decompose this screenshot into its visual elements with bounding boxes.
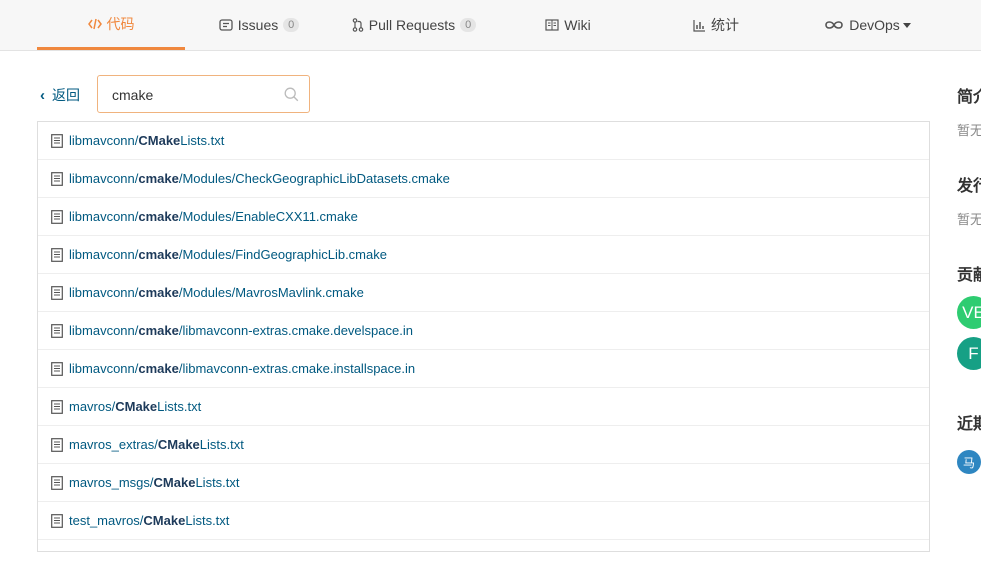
tab-pull-requests-label: Pull Requests [368,17,456,33]
file-search-input[interactable] [112,85,277,105]
tab-code[interactable]: 代码 [37,0,185,50]
result-path-prefix: libmavconn/ [69,171,139,186]
file-icon [51,209,63,224]
contributor-avatar[interactable]: F [957,337,981,370]
bar-chart-icon [693,19,706,32]
result-path-match: cmake [138,209,179,224]
search-result-item[interactable]: libmavconn/cmake/libmavconn-extras.cmake… [38,350,929,388]
pull-requests-count-badge: 0 [460,18,477,32]
search-result-item[interactable]: libmavconn/cmake/Modules/MavrosMavlink.c… [38,274,929,312]
result-path-prefix: libmavconn/ [69,209,139,224]
search-result-item[interactable]: libmavconn/cmake/Modules/FindGeographicL… [38,236,929,274]
intro-text: 暂无 [957,123,981,138]
pull-request-icon [352,18,364,32]
result-path-match: CMake [143,513,186,528]
result-path-match: cmake [138,323,179,338]
issues-icon [219,18,233,32]
search-result-item[interactable]: libmavconn/cmake/Modules/EnableCXX11.cma… [38,198,929,236]
file-icon [51,513,63,528]
chevron-left-icon: ‹ [40,86,45,104]
result-path-prefix: mavros_extras/ [69,437,158,452]
issues-count-badge: 0 [283,18,300,32]
result-path-match: cmake [138,285,179,300]
search-result-item[interactable]: mavros_extras/CMake Lists.txt [38,426,929,464]
contributors-heading: 贡献 [957,267,981,284]
result-path-suffix: Lists.txt [185,513,230,528]
tab-stats[interactable]: 统计 [683,0,749,50]
back-link-label: 返回 [52,87,80,103]
search-results-list: libmavconn/CMake Lists.txt libmavconn/cma… [37,121,930,552]
tab-code-label: 代码 [106,15,135,32]
file-icon [51,437,63,452]
result-path-match: CMake [138,133,181,148]
recent-activity-avatar[interactable]: 马 [957,450,981,474]
tab-issues[interactable]: Issues 0 [211,0,307,50]
search-icon[interactable] [284,87,299,107]
file-icon [51,171,63,186]
wiki-book-icon [545,19,559,31]
file-icon [51,133,63,148]
release-heading: 发行 [957,178,981,195]
code-icon [87,17,102,31]
search-result-item[interactable]: libmavconn/CMake Lists.txt [38,122,929,160]
search-result-item[interactable]: mavros_msgs/CMake Lists.txt [38,464,929,502]
result-path-prefix: libmavconn/ [69,285,139,300]
result-path-prefix: libmavconn/ [69,247,139,262]
result-path-suffix: /Modules/EnableCXX11.cmake [178,209,358,224]
result-path-suffix: Lists.txt [195,475,240,490]
tab-wiki-label: Wiki [564,17,591,33]
result-path-suffix: /Modules/MavrosMavlink.cmake [178,285,364,300]
result-path-match: cmake [138,171,179,186]
result-path-prefix: mavros/ [69,399,116,414]
result-path-suffix: Lists.txt [199,437,244,452]
result-path-prefix: test_mavros/ [69,513,144,528]
file-icon [51,361,63,376]
file-icon [51,323,63,338]
chevron-down-icon [902,22,911,28]
file-icon [51,399,63,414]
result-path-match: CMake [153,475,196,490]
result-path-prefix: libmavconn/ [69,133,139,148]
search-result-item[interactable]: libmavconn/cmake/libmavconn-extras.cmake… [38,312,929,350]
file-icon [51,247,63,262]
result-path-suffix: Lists.txt [157,399,202,414]
tab-devops[interactable]: DevOps [815,0,920,50]
back-link[interactable]: ‹ 返回 [40,86,80,104]
result-path-prefix: libmavconn/ [69,323,139,338]
search-result-item[interactable]: mavros/CMake Lists.txt [38,388,929,426]
recent-heading: 近期 [957,416,981,433]
repo-tab-bar: 代码 Issues 0 Pull Requests 0 Wiki 统计 DevO… [0,0,981,51]
file-icon [51,475,63,490]
result-path-suffix: /libmavconn-extras.cmake.develspace.in [178,323,413,338]
file-icon [51,285,63,300]
result-path-suffix: /libmavconn-extras.cmake.installspace.in [178,361,416,376]
search-result-item[interactable]: test_mavros/CMake Lists.txt [38,502,929,540]
result-path-prefix: libmavconn/ [69,361,139,376]
infinity-icon [824,19,844,31]
result-path-suffix: Lists.txt [180,133,225,148]
result-path-match: CMake [115,399,158,414]
result-path-match: CMake [157,437,200,452]
tab-pull-requests[interactable]: Pull Requests 0 [344,0,484,50]
file-search-box [97,75,310,113]
result-path-prefix: mavros_msgs/ [69,475,154,490]
result-path-match: cmake [138,361,179,376]
search-result-item[interactable]: libmavconn/cmake/Modules/CheckGeographic… [38,160,929,198]
contributor-avatar[interactable]: VE [957,296,981,329]
result-path-suffix: /Modules/FindGeographicLib.cmake [178,247,387,262]
tab-issues-label: Issues [237,17,279,33]
intro-heading: 简介 [957,89,981,106]
result-path-suffix: /Modules/CheckGeographicLibDatasets.cmak… [178,171,450,186]
tab-devops-label: DevOps [849,17,900,33]
release-text: 暂无 [957,212,981,227]
result-path-match: cmake [138,247,179,262]
tab-wiki[interactable]: Wiki [533,0,603,50]
tab-stats-label: 统计 [711,17,739,33]
